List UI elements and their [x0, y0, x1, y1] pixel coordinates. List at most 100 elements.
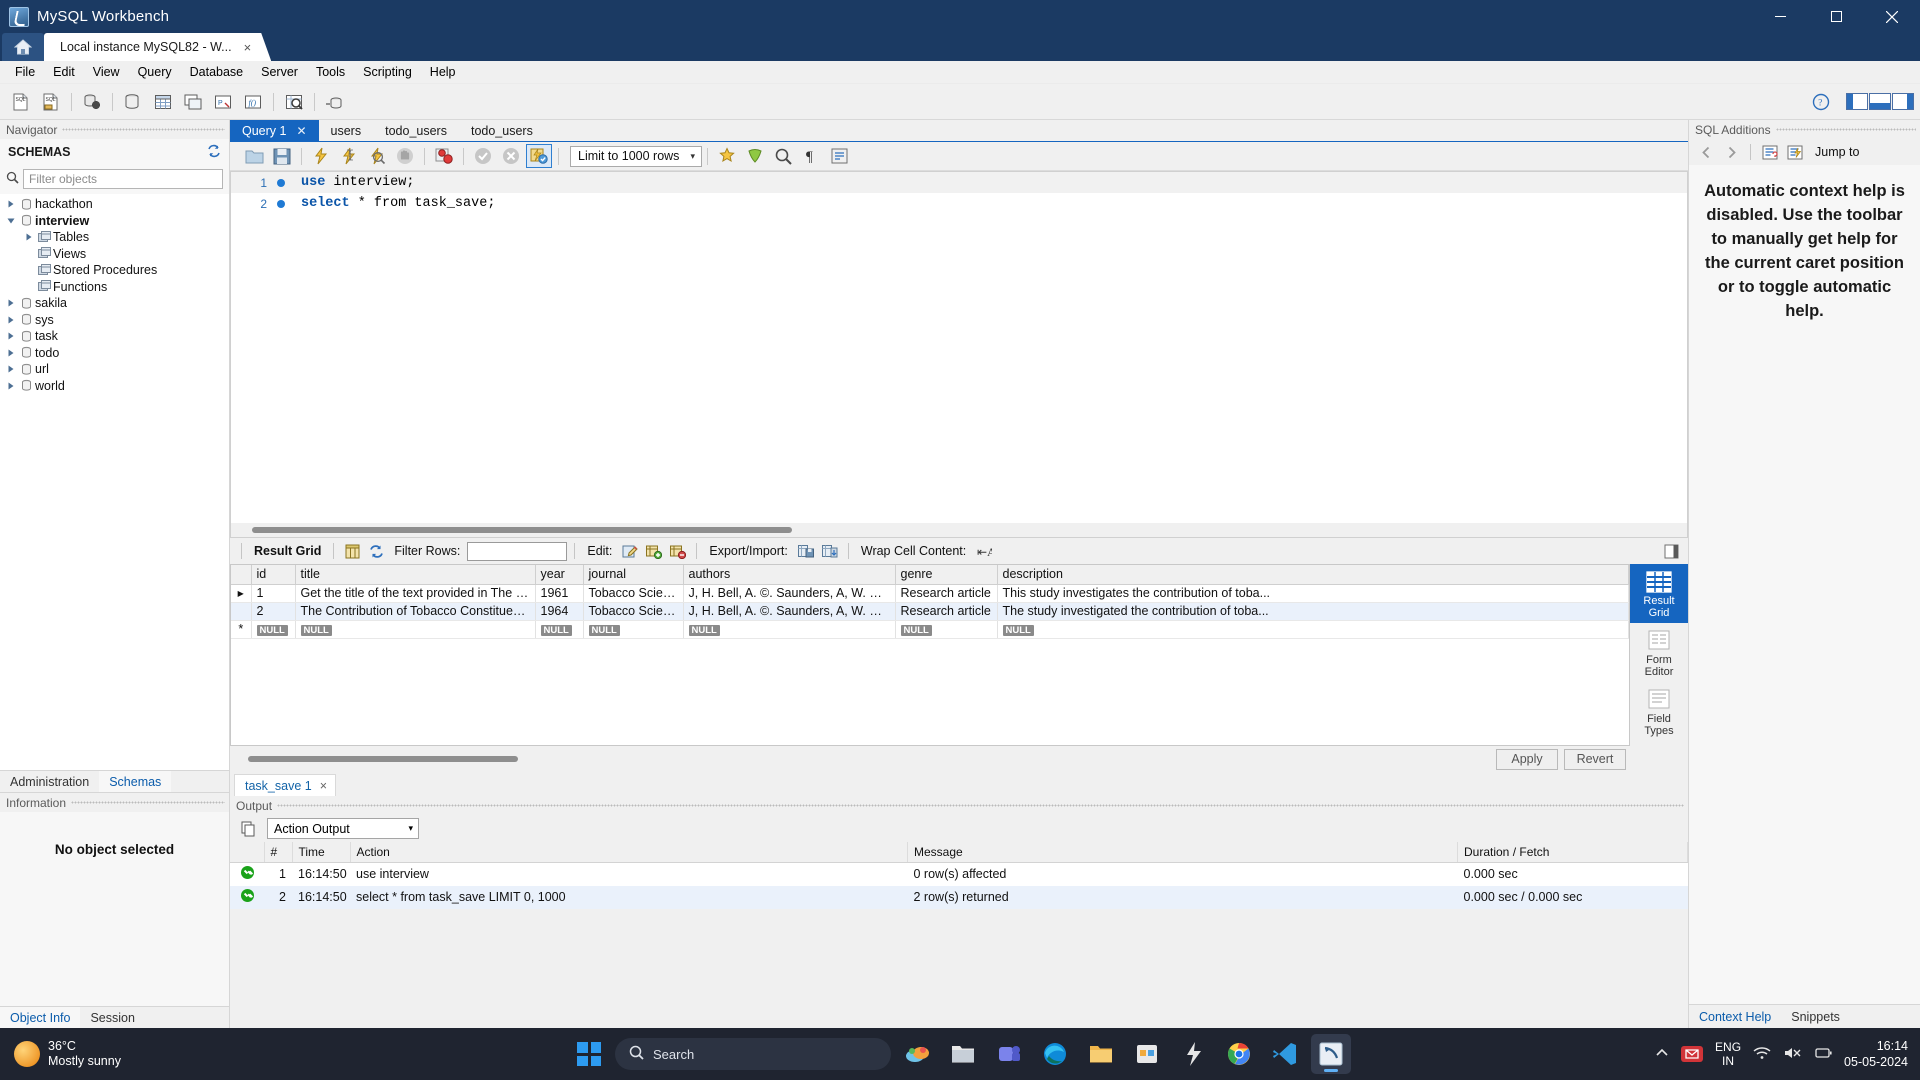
new-sql-tab-icon[interactable]: SQL [8, 89, 34, 115]
tab-object-info[interactable]: Object Info [0, 1007, 80, 1028]
open-connection-icon[interactable] [79, 89, 105, 115]
file-explorer-icon[interactable] [943, 1034, 983, 1074]
chevron-right-icon[interactable] [4, 349, 18, 357]
cell-description[interactable]: This study investigates the contribution… [997, 584, 1629, 602]
table-row[interactable]: ▶ 1 Get the title of the text provided i… [231, 584, 1629, 602]
column-header-year[interactable]: year [535, 565, 583, 584]
search-data-icon[interactable] [281, 89, 307, 115]
apply-button[interactable]: Apply [1496, 749, 1558, 770]
mysql-workbench-icon[interactable] [1311, 1034, 1351, 1074]
tree-item-hackathon[interactable]: hackathon [0, 196, 229, 213]
chevron-right-icon[interactable] [1720, 142, 1742, 162]
view-field-types[interactable]: Field Types [1630, 682, 1688, 741]
tab-query-1[interactable]: Query 1 ✕ [230, 120, 319, 141]
jump-to-label[interactable]: Jump to [1815, 145, 1859, 159]
view-result-grid[interactable]: Result Grid [1630, 564, 1688, 623]
tree-item-sys[interactable]: sys [0, 312, 229, 329]
menu-file[interactable]: File [6, 62, 44, 82]
sql-editor[interactable]: 1 use interview; 2 select * from task_sa… [230, 171, 1688, 538]
toggle-secondary-sidebar-icon[interactable] [1892, 93, 1914, 110]
sql-line-1[interactable]: 1 use interview; [231, 172, 1687, 193]
new-view-icon[interactable] [180, 89, 206, 115]
tree-item-tables[interactable]: Tables [0, 229, 229, 246]
menu-scripting[interactable]: Scripting [354, 62, 421, 82]
cell-year-null[interactable]: NULL [535, 620, 583, 638]
edge-icon[interactable] [1035, 1034, 1075, 1074]
statement-marker-icon[interactable] [273, 179, 289, 187]
new-row[interactable]: * NULL NULL NULL NULL NULL NULL NULL [231, 620, 1629, 638]
tree-item-url[interactable]: url [0, 361, 229, 378]
chevron-right-icon[interactable] [4, 365, 18, 373]
chrome-icon[interactable] [1219, 1034, 1259, 1074]
close-icon[interactable]: × [320, 779, 327, 793]
output-row[interactable]: 2 16:14:50 select * from task_save LIMIT… [230, 886, 1688, 909]
tab-snippets[interactable]: Snippets [1781, 1010, 1850, 1024]
tree-item-stored-procedures[interactable]: Stored Procedures [0, 262, 229, 279]
column-header-id[interactable]: id [251, 565, 295, 584]
output-view-select[interactable]: Action Output ▾ [267, 818, 419, 839]
menu-edit[interactable]: Edit [44, 62, 84, 82]
commit-icon[interactable] [470, 144, 496, 168]
cell-id-null[interactable]: NULL [251, 620, 295, 638]
chevron-right-icon[interactable] [4, 332, 18, 340]
teams-icon[interactable] [989, 1034, 1029, 1074]
sql-horizontal-scrollbar[interactable] [231, 523, 1687, 537]
close-icon[interactable] [1864, 0, 1920, 33]
cell-authors[interactable]: J, H. Bell, A. ©. Saunders, A, W. Spears [683, 602, 895, 620]
cell-title[interactable]: Get the title of the text provided in Th… [295, 584, 535, 602]
insert-row-icon[interactable] [643, 541, 665, 561]
tab-administration[interactable]: Administration [0, 771, 99, 792]
chevron-right-icon[interactable] [4, 316, 18, 324]
tree-item-interview[interactable]: interview [0, 213, 229, 230]
chevron-right-icon[interactable] [4, 200, 18, 208]
refresh-icon[interactable] [365, 541, 387, 561]
store-icon[interactable] [1127, 1034, 1167, 1074]
cell-genre[interactable]: Research article [895, 602, 997, 620]
grid-view-icon[interactable] [341, 541, 363, 561]
menu-query[interactable]: Query [129, 62, 181, 82]
connection-tab[interactable]: Local instance MySQL82 - W... × [44, 33, 271, 61]
maximize-icon[interactable] [1808, 0, 1864, 33]
cell-id[interactable]: 1 [251, 584, 295, 602]
open-script-icon[interactable] [241, 144, 267, 168]
cell-id[interactable]: 2 [251, 602, 295, 620]
beautify-icon[interactable] [714, 144, 740, 168]
cell-authors-null[interactable]: NULL [683, 620, 895, 638]
import-recordset-icon[interactable] [819, 541, 841, 561]
filter-objects-input[interactable]: Filter objects [23, 169, 223, 189]
cell-description[interactable]: The study investigated the contribution … [997, 602, 1629, 620]
copilot-icon[interactable] [897, 1034, 937, 1074]
save-script-icon[interactable] [269, 144, 295, 168]
tab-context-help[interactable]: Context Help [1689, 1010, 1781, 1024]
search-icon[interactable] [770, 144, 796, 168]
column-header-genre[interactable]: genre [895, 565, 997, 584]
export-recordset-icon[interactable] [795, 541, 817, 561]
wrap-lines-icon[interactable] [826, 144, 852, 168]
bolt-icon[interactable] [1173, 1034, 1213, 1074]
cell-journal[interactable]: Tobacco Science [583, 602, 683, 620]
chevron-right-icon[interactable] [4, 382, 18, 390]
execute-statement-icon[interactable] [308, 144, 334, 168]
column-header-title[interactable]: title [295, 565, 535, 584]
reconnect-dbms-icon[interactable] [322, 89, 348, 115]
cell-authors[interactable]: J, H. Bell, A. ©. Saunders, A, W. Spears [683, 584, 895, 602]
row-limit-select[interactable]: Limit to 1000 rows ▾ [570, 146, 702, 167]
delete-row-icon[interactable] [667, 541, 689, 561]
toggle-output-icon[interactable] [1869, 93, 1891, 110]
folder-icon[interactable] [1081, 1034, 1121, 1074]
wifi-icon[interactable] [1753, 1046, 1771, 1063]
column-header-description[interactable]: description [997, 565, 1629, 584]
toggle-stop-on-error-icon[interactable] [431, 144, 457, 168]
cell-title[interactable]: The Contribution of Tobacco Constituents… [295, 602, 535, 620]
result-tab-task-save-1[interactable]: task_save 1 × [234, 774, 336, 796]
tree-item-task[interactable]: task [0, 328, 229, 345]
menu-server[interactable]: Server [252, 62, 307, 82]
open-sql-script-icon[interactable]: SQL [38, 89, 64, 115]
volume-muted-icon[interactable] [1783, 1046, 1803, 1063]
cell-year[interactable]: 1961 [535, 584, 583, 602]
schema-tree[interactable]: hackathon interview Tables [0, 194, 229, 770]
tray-misc-icon[interactable] [1815, 1046, 1832, 1063]
fetch-rows-icon[interactable] [1660, 541, 1682, 561]
toggle-sidebar-icon[interactable] [1846, 93, 1868, 110]
autocommit-icon[interactable] [526, 144, 552, 168]
